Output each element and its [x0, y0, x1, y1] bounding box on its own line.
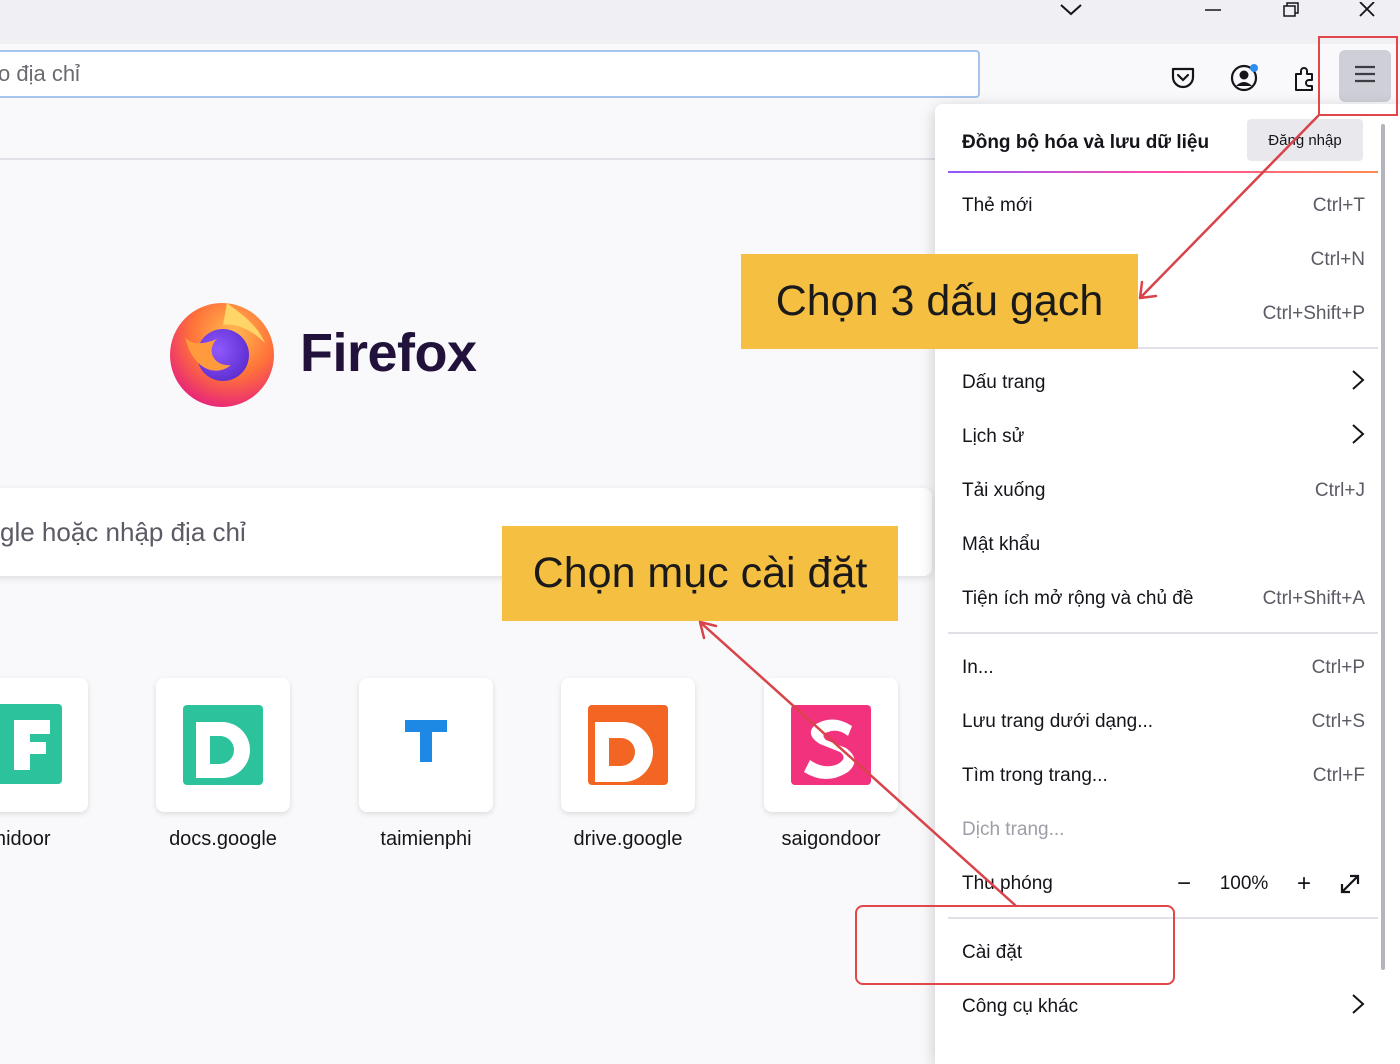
menu-item-more-tools[interactable]: Công cụ khác	[962, 987, 1365, 1027]
shortcut-label: taimienphi	[380, 828, 472, 850]
shortcut-tile-docs-google[interactable]	[156, 678, 290, 812]
shortcut-tile-drive-google[interactable]	[561, 678, 695, 812]
callout-settings-hint: Chọn mục cài đặt	[502, 526, 898, 621]
menu-item-save-page[interactable]: Lưu trang dưới dạng... Ctrl+S	[962, 702, 1365, 742]
menu-item-zoom: Thu phóng − 100% +	[962, 864, 1365, 904]
menu-item-print[interactable]: In... Ctrl+P	[962, 648, 1365, 688]
minimize-icon[interactable]	[1200, 0, 1226, 20]
tab-list-icon[interactable]	[1058, 0, 1084, 20]
shortcut-tile-midoor[interactable]	[0, 678, 88, 812]
callout-menu-hint: Chọn 3 dấu gạch	[741, 254, 1138, 349]
url-placeholder: o địa chỉ	[0, 61, 80, 86]
highlight-menu-button	[1318, 36, 1398, 116]
zoom-out-button[interactable]: −	[1169, 869, 1199, 899]
chevron-right-icon	[1351, 423, 1365, 451]
firefox-wordmark: Firefox	[300, 323, 477, 383]
shortcut-label: saigondoor	[781, 828, 881, 850]
menu-item-passwords[interactable]: Mật khẩu	[962, 525, 1365, 565]
pocket-icon[interactable]	[1163, 58, 1203, 98]
url-bar[interactable]: o địa chỉ	[0, 50, 980, 98]
zoom-controls: − 100% +	[1169, 869, 1365, 899]
search-placeholder: gle hoặc nhập địa chỉ	[0, 516, 246, 547]
shortcut-label: docs.google	[169, 828, 277, 850]
restore-icon[interactable]	[1278, 0, 1304, 20]
menu-item-find-in-page[interactable]: Tìm trong trang... Ctrl+F	[962, 756, 1365, 796]
menu-item-downloads[interactable]: Tải xuống Ctrl+J	[962, 471, 1365, 511]
title-bar	[0, 0, 1400, 44]
menu-scrollbar[interactable]	[1381, 124, 1385, 970]
shortcut-label: drive.google	[573, 828, 683, 850]
menu-item-bookmarks[interactable]: Dấu trang	[962, 363, 1365, 403]
zoom-in-button[interactable]: +	[1289, 869, 1319, 899]
shortcut-label: midoor	[0, 828, 51, 850]
menu-item-new-tab[interactable]: Thẻ mới Ctrl+T	[962, 186, 1365, 226]
fullscreen-icon[interactable]	[1335, 869, 1365, 899]
shortcut-tile-taimienphi[interactable]	[359, 678, 493, 812]
zoom-level[interactable]: 100%	[1199, 873, 1289, 895]
chevron-right-icon	[1351, 993, 1365, 1021]
close-icon[interactable]	[1354, 0, 1380, 20]
menu-separator	[948, 632, 1378, 634]
shortcut-tile-saigondoor[interactable]	[764, 678, 898, 812]
signin-button[interactable]: Đăng nhập	[1247, 119, 1363, 161]
menu-item-history[interactable]: Lịch sử	[962, 417, 1365, 457]
chevron-right-icon	[1351, 369, 1365, 397]
highlight-settings-item	[855, 905, 1175, 985]
header-divider	[948, 171, 1378, 173]
account-icon[interactable]	[1224, 58, 1264, 98]
sync-header: Đồng bộ hóa và lưu dữ liệu	[962, 132, 1210, 153]
firefox-logo-icon	[165, 295, 280, 410]
menu-item-addons[interactable]: Tiện ích mở rộng và chủ đề Ctrl+Shift+A	[962, 579, 1365, 619]
menu-item-translate: Dịch trang...	[962, 819, 1065, 840]
